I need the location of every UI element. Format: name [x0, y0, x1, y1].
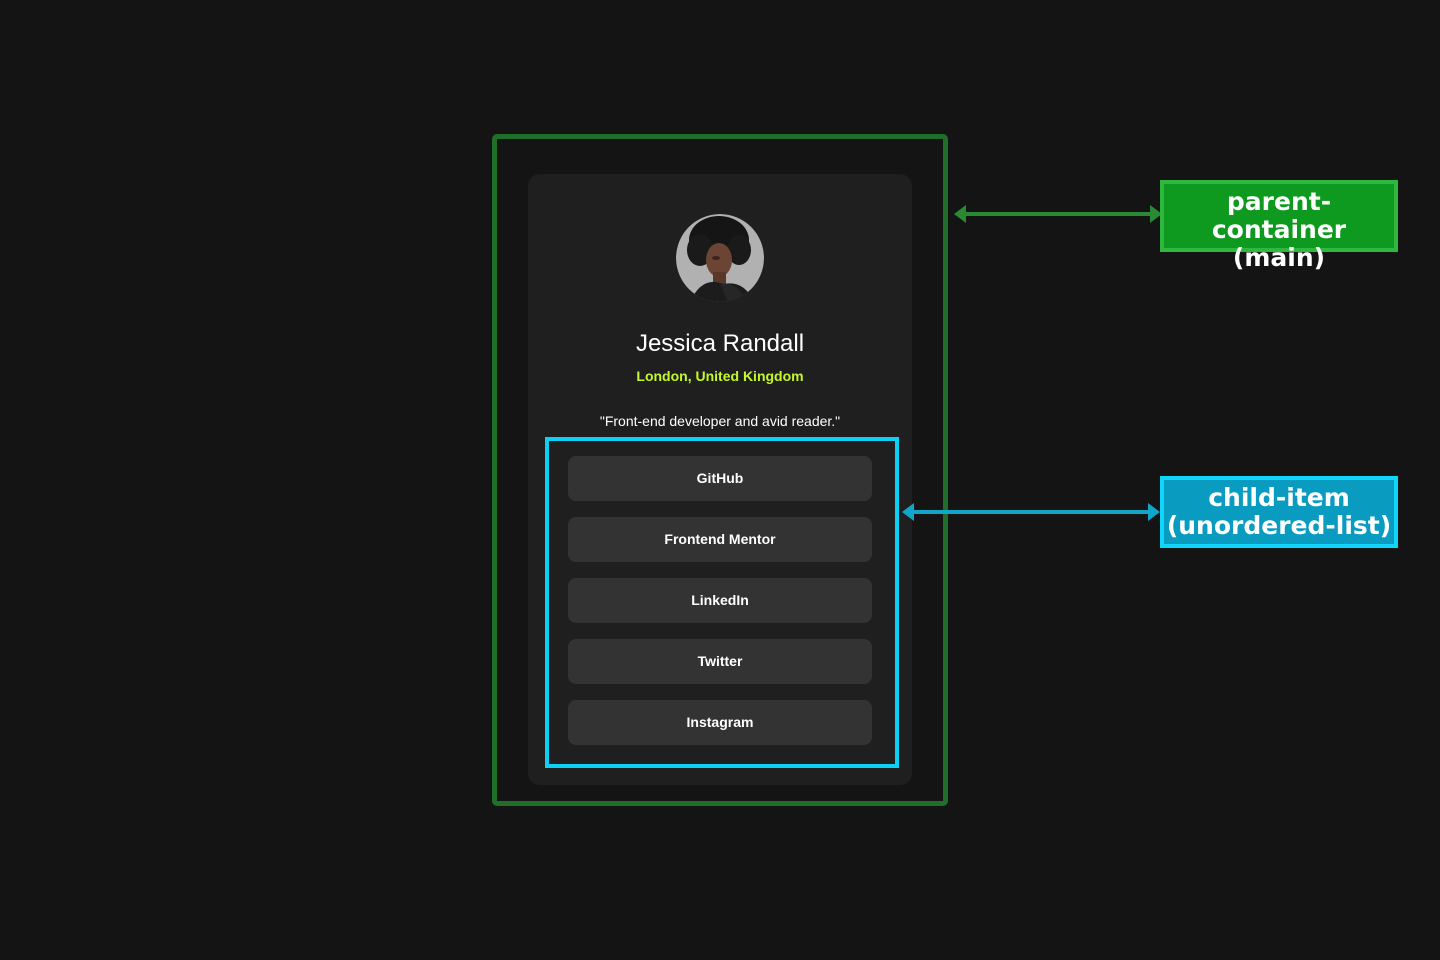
- avatar-photo: [676, 214, 764, 302]
- child-label-line1: child-item: [1208, 483, 1350, 512]
- profile-location: London, United Kingdom: [636, 368, 804, 384]
- parent-label-line2: (main): [1232, 243, 1326, 272]
- avatar: [676, 214, 764, 302]
- linkedin-link-button[interactable]: LinkedIn: [568, 578, 872, 623]
- profile-name: Jessica Randall: [635, 330, 805, 357]
- frontend-mentor-link-button[interactable]: Frontend Mentor: [568, 517, 872, 562]
- instagram-link-button[interactable]: Instagram: [568, 700, 872, 745]
- diagram-canvas: Jessica Randall London, United Kingdom "…: [0, 0, 1440, 960]
- parent-arrow: [954, 205, 1162, 223]
- list-item: Twitter: [568, 639, 872, 684]
- list-item: GitHub: [568, 456, 872, 501]
- social-links-list: GitHub Frontend Mentor LinkedIn Twitter …: [568, 456, 872, 761]
- github-link-button[interactable]: GitHub: [568, 456, 872, 501]
- parent-container-label: parent-container (main): [1160, 180, 1398, 272]
- child-item-label: child-item (unordered-list): [1160, 476, 1398, 548]
- profile-bio: "Front-end developer and avid reader.": [599, 413, 841, 429]
- list-item: LinkedIn: [568, 578, 872, 623]
- list-item: Frontend Mentor: [568, 517, 872, 562]
- list-item: Instagram: [568, 700, 872, 745]
- parent-label-line1: parent-container: [1211, 187, 1347, 244]
- twitter-link-button[interactable]: Twitter: [568, 639, 872, 684]
- child-label-line2: (unordered-list): [1166, 511, 1392, 540]
